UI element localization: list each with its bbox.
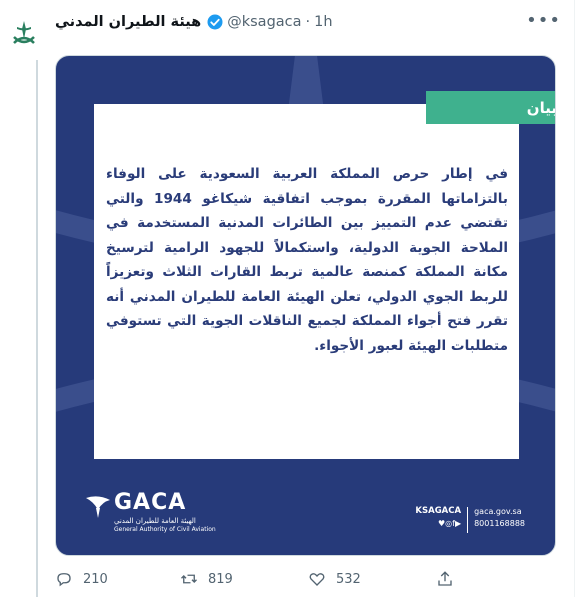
- tweet-media-card[interactable]: بيان في إطار حرص المملكة العربية السعودي…: [55, 55, 556, 556]
- social-icons: ♥◎f▶: [437, 519, 462, 528]
- verified-badge-icon: [206, 13, 224, 31]
- separator-dot: ·: [305, 14, 311, 30]
- tweet-header: هيئة الطيران المدني @ksagaca · 1h: [55, 10, 565, 34]
- phone-text: 8001168888: [474, 519, 525, 528]
- reply-button[interactable]: 210: [55, 570, 180, 588]
- contact-handle: KSAGACA: [415, 506, 462, 516]
- tweet-actions: 210 819 532: [55, 568, 495, 590]
- share-icon: [438, 571, 452, 586]
- retweet-count: 819: [208, 571, 233, 587]
- share-button[interactable]: [436, 570, 454, 588]
- falcon-icon: [86, 496, 110, 518]
- avatar[interactable]: [4, 14, 44, 54]
- gaca-logo: GACA الهيئة العامة للطيران المدني Genera…: [84, 488, 234, 538]
- retweet-icon: [181, 574, 197, 584]
- contact-info: KSAGACA ♥◎f▶ gaca.gov.sa 8001168888: [415, 506, 525, 533]
- like-button[interactable]: 532: [308, 570, 436, 588]
- statement-tag: بيان: [426, 91, 555, 124]
- website-text: gaca.gov.sa: [474, 507, 522, 516]
- saudi-emblem-icon: [13, 21, 35, 44]
- statement-text: في إطار حرص المملكة العربية السعودية على…: [106, 166, 508, 354]
- thread-line: [36, 60, 38, 597]
- reply-icon: [57, 573, 71, 587]
- timestamp[interactable]: 1h: [314, 14, 332, 30]
- more-options-icon[interactable]: •••: [526, 10, 561, 31]
- logo-wordmark: GACA: [114, 490, 187, 515]
- contact-divider: [467, 507, 469, 533]
- like-icon: [309, 573, 325, 586]
- reply-count: 210: [83, 571, 108, 587]
- like-count: 532: [336, 571, 361, 587]
- retweet-button[interactable]: 819: [180, 570, 308, 588]
- user-handle[interactable]: @ksagaca: [227, 14, 301, 30]
- logo-english-name: General Authority of Civil Aviation: [114, 526, 216, 533]
- display-name[interactable]: هيئة الطيران المدني: [55, 14, 201, 30]
- logo-arabic-name: الهيئة العامة للطيران المدني: [114, 517, 196, 525]
